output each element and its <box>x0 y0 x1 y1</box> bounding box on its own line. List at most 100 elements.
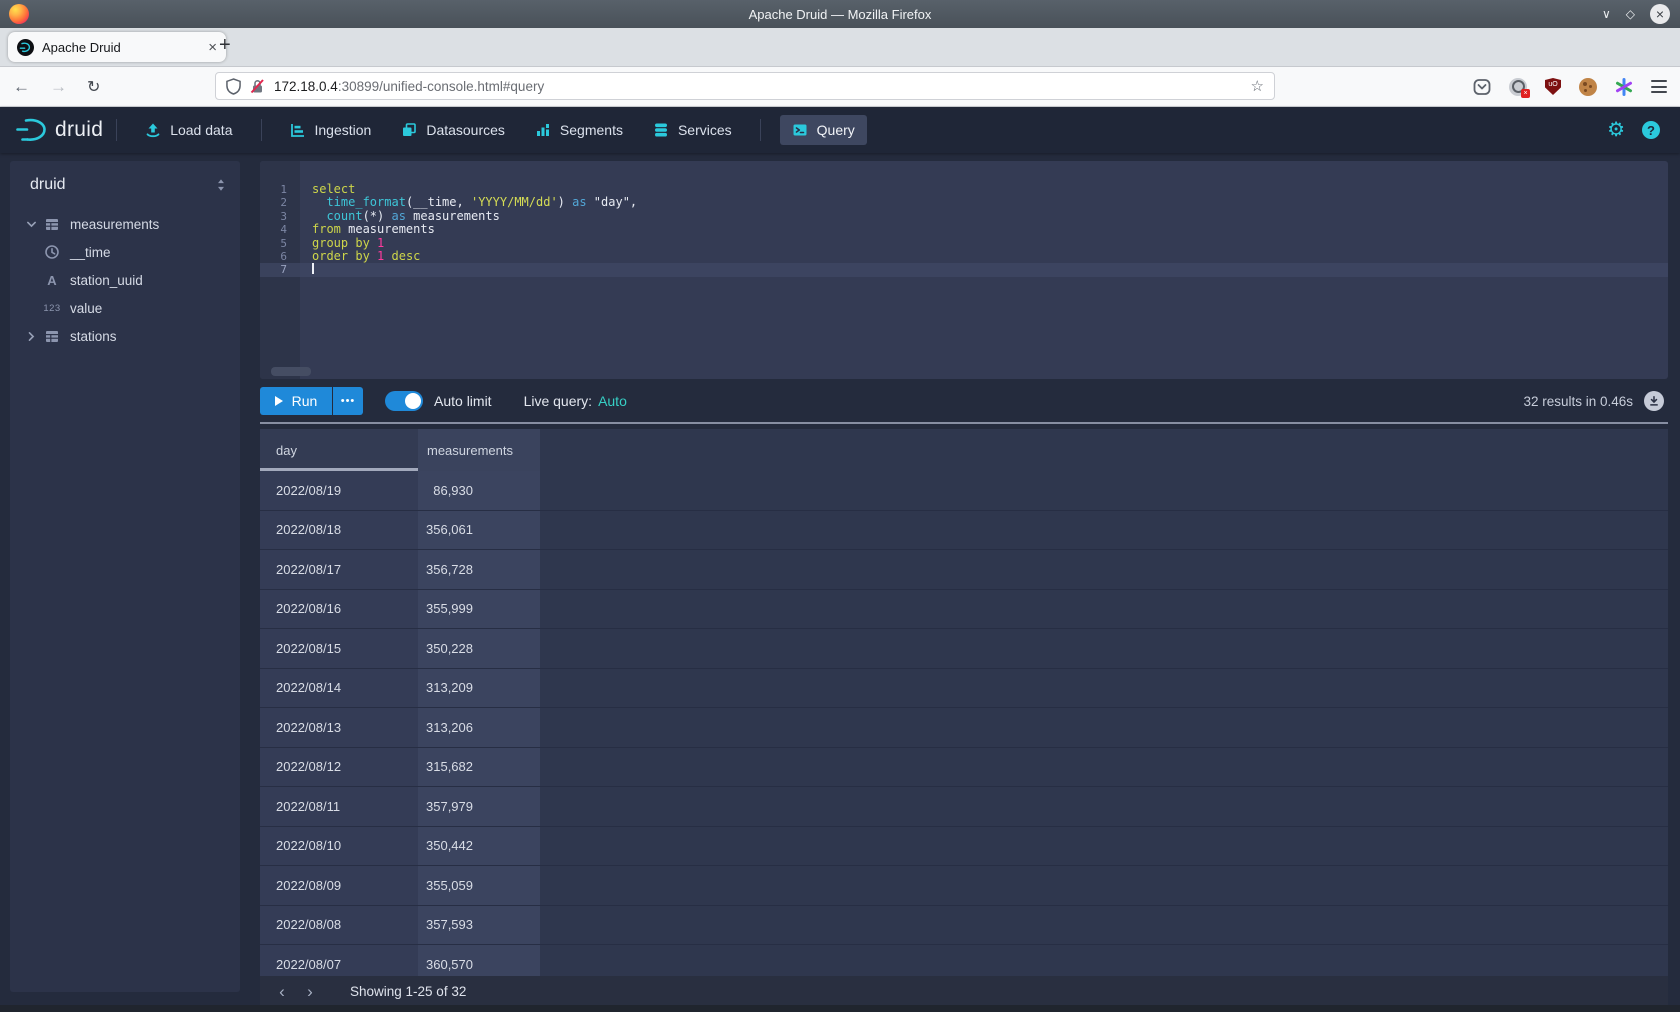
run-more-options-button[interactable]: ••• <box>333 387 363 415</box>
cell-day[interactable]: 2022/08/11 <box>260 787 418 826</box>
cell-measurements[interactable]: 356,061 <box>418 511 540 550</box>
nav-item-label: Segments <box>560 122 623 138</box>
code-line[interactable]: order by 1 desc <box>300 250 1668 263</box>
table-row: 2022/08/18356,061 <box>260 511 1668 551</box>
new-tab-button[interactable]: + <box>219 35 231 55</box>
forward-button[interactable]: → <box>50 77 67 97</box>
run-button-label: Run <box>292 393 318 409</box>
nav-item-segments[interactable]: Segments <box>520 107 638 153</box>
nav-item-query-active[interactable]: Query <box>780 115 867 145</box>
back-button[interactable]: ← <box>13 77 30 97</box>
column-header-day[interactable]: day <box>260 429 418 471</box>
cell-day[interactable]: 2022/08/19 <box>260 471 418 510</box>
table-row: 2022/08/1986,930 <box>260 471 1668 511</box>
swap-vertical-icon[interactable] <box>214 177 228 193</box>
sql-editor[interactable]: 1234567 select time_format(__time, 'YYYY… <box>260 161 1668 379</box>
url-text[interactable]: 172.18.0.4:30899/unified-console.html#qu… <box>274 79 544 94</box>
code-line[interactable]: time_format(__time, 'YYYY/MM/dd') as "da… <box>300 196 1668 209</box>
editor-hscrollbar-thumb[interactable] <box>271 367 311 376</box>
window-titlebar: Apache Druid — Mozilla Firefox ∨ ◇ × <box>0 0 1680 28</box>
cell-day[interactable]: 2022/08/16 <box>260 590 418 629</box>
nav-item-label: Query <box>817 122 855 138</box>
tree-item-time[interactable]: __time <box>10 238 240 266</box>
cell-measurements[interactable]: 360,570 <box>418 945 540 976</box>
cell-measurements[interactable]: 356,728 <box>418 550 540 589</box>
window-minimize-icon[interactable]: ∨ <box>1602 8 1611 20</box>
chevron-down-icon[interactable] <box>21 218 41 231</box>
tree-item-label: measurements <box>70 217 159 232</box>
run-button[interactable]: Run <box>260 387 332 415</box>
cell-day[interactable]: 2022/08/07 <box>260 945 418 976</box>
nav-item-load-data[interactable]: Load data <box>130 107 247 153</box>
tree-item-value[interactable]: 123 value <box>10 294 240 322</box>
ublock-origin-icon[interactable]: uO <box>1545 78 1561 95</box>
url-bar[interactable]: 172.18.0.4:30899/unified-console.html#qu… <box>215 72 1275 100</box>
tree-item-station-uuid[interactable]: A station_uuid <box>10 266 240 294</box>
cell-day[interactable]: 2022/08/17 <box>260 550 418 589</box>
table-row: 2022/08/15350,228 <box>260 629 1668 669</box>
nav-item-datasources[interactable]: Datasources <box>386 107 520 153</box>
druid-logo[interactable]: druid <box>14 116 103 144</box>
cell-day[interactable]: 2022/08/10 <box>260 827 418 866</box>
cell-day[interactable]: 2022/08/09 <box>260 866 418 905</box>
schema-sidebar: druid measurements <box>10 161 240 992</box>
live-query-value[interactable]: Auto <box>598 393 627 409</box>
page-bottom-strip <box>0 1005 1680 1012</box>
cell-day[interactable]: 2022/08/13 <box>260 708 418 747</box>
table-icon <box>41 328 63 344</box>
tab-close-icon[interactable]: × <box>208 40 217 55</box>
cell-measurements[interactable]: 357,593 <box>418 906 540 945</box>
cell-measurements[interactable]: 355,999 <box>418 590 540 629</box>
cell-day[interactable]: 2022/08/14 <box>260 669 418 708</box>
cell-day[interactable]: 2022/08/15 <box>260 629 418 668</box>
bar-chart-icon <box>535 122 551 138</box>
asterisk-extension-icon[interactable] <box>1615 78 1633 96</box>
results-body: 2022/08/1986,9302022/08/18356,0612022/08… <box>260 471 1668 976</box>
reload-button[interactable]: ↻ <box>87 77 100 97</box>
cell-measurements[interactable]: 355,059 <box>418 866 540 905</box>
menu-hamburger-icon[interactable] <box>1651 80 1667 93</box>
bookmark-star-icon[interactable]: ☆ <box>1251 77 1264 95</box>
cell-measurements[interactable]: 86,930 <box>418 471 540 510</box>
editor-code[interactable]: select time_format(__time, 'YYYY/MM/dd')… <box>300 161 1668 379</box>
row-filler <box>540 945 1668 976</box>
column-header-measurements[interactable]: measurements <box>418 429 540 471</box>
code-line[interactable] <box>300 263 1668 276</box>
pocket-icon[interactable] <box>1473 78 1491 96</box>
insecure-lock-icon[interactable] <box>250 78 265 95</box>
next-page-icon[interactable]: › <box>296 983 324 1000</box>
row-filler <box>540 748 1668 787</box>
cell-measurements[interactable]: 357,979 <box>418 787 540 826</box>
tracking-shield-icon[interactable] <box>226 78 241 95</box>
cell-measurements[interactable]: 313,206 <box>418 708 540 747</box>
settings-gear-icon[interactable]: ⚙ <box>1607 120 1625 140</box>
download-results-icon[interactable] <box>1644 391 1664 411</box>
druid-console: druid Load data Ingestion <box>0 107 1680 1012</box>
auto-limit-toggle[interactable] <box>385 391 423 411</box>
cookie-extension-icon[interactable] <box>1579 78 1597 96</box>
tree-item-measurements[interactable]: measurements <box>10 210 240 238</box>
cell-day[interactable]: 2022/08/08 <box>260 906 418 945</box>
chevron-right-icon[interactable] <box>21 330 41 343</box>
code-line[interactable]: from measurements <box>300 223 1668 236</box>
nav-item-services[interactable]: Services <box>638 107 747 153</box>
window-close-icon[interactable]: × <box>1650 4 1670 24</box>
cell-measurements[interactable]: 350,442 <box>418 827 540 866</box>
code-line[interactable]: count(*) as measurements <box>300 210 1668 223</box>
firefox-logo-icon <box>9 4 29 24</box>
code-line[interactable]: select <box>300 183 1668 196</box>
previous-page-icon[interactable]: ‹ <box>268 983 296 1000</box>
browser-tab[interactable]: Apache Druid × <box>8 32 226 62</box>
clock-icon <box>41 244 63 260</box>
cell-measurements[interactable]: 350,228 <box>418 629 540 668</box>
nav-item-ingestion[interactable]: Ingestion <box>275 107 387 153</box>
cell-measurements[interactable]: 315,682 <box>418 748 540 787</box>
help-icon[interactable]: ? <box>1642 121 1660 139</box>
extension-icon[interactable]: × <box>1509 78 1527 96</box>
cell-day[interactable]: 2022/08/18 <box>260 511 418 550</box>
window-maximize-icon[interactable]: ◇ <box>1626 8 1635 20</box>
tree-item-stations[interactable]: stations <box>10 322 240 350</box>
cell-measurements[interactable]: 313,209 <box>418 669 540 708</box>
code-line[interactable]: group by 1 <box>300 237 1668 250</box>
cell-day[interactable]: 2022/08/12 <box>260 748 418 787</box>
